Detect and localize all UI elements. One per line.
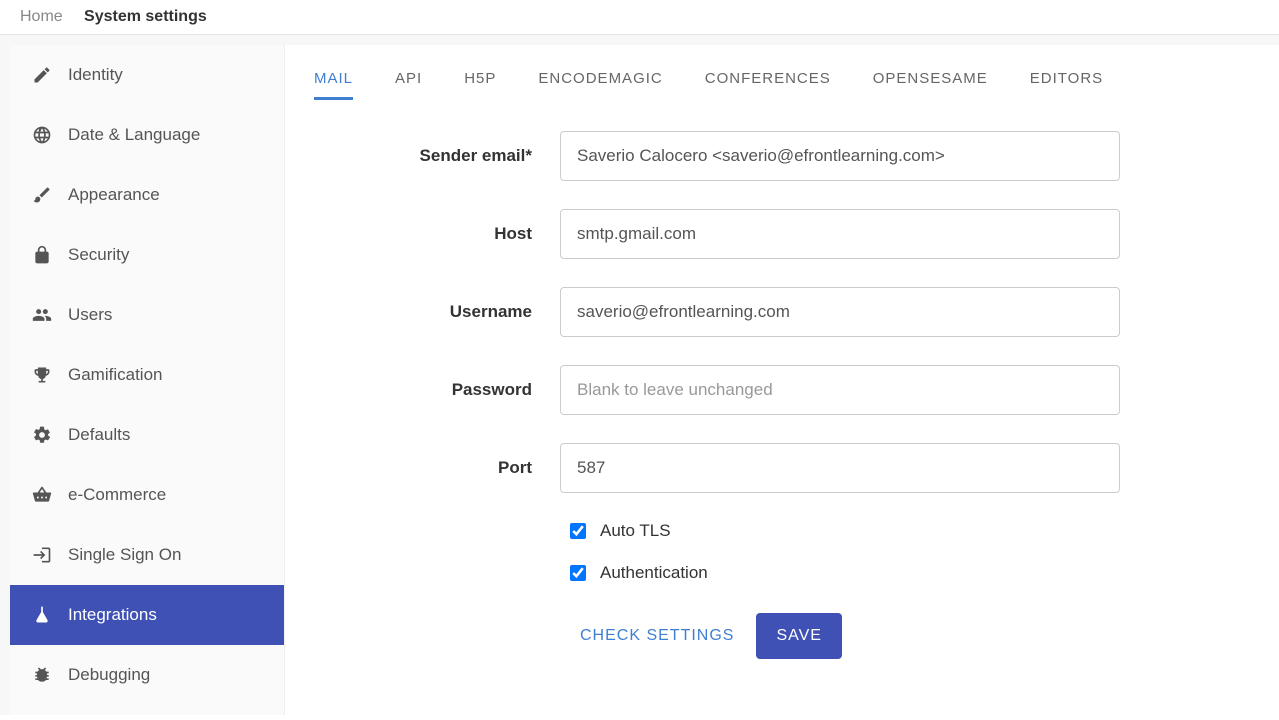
host-input[interactable] <box>560 209 1120 259</box>
check-settings-button[interactable]: CHECK SETTINGS <box>570 613 744 659</box>
tab-h5p[interactable]: H5P <box>464 60 496 100</box>
sidebar-item-appearance[interactable]: Appearance <box>10 165 284 225</box>
auto-tls-label: Auto TLS <box>600 521 671 541</box>
breadcrumb: Home System settings <box>0 0 1279 35</box>
flask-icon <box>28 605 56 625</box>
sidebar-item-date-language[interactable]: Date & Language <box>10 105 284 165</box>
bug-icon <box>28 665 56 685</box>
sidebar-item-security[interactable]: Security <box>10 225 284 285</box>
tabs: MAIL API H5P ENCODEMAGIC CONFERENCES OPE… <box>310 60 1269 101</box>
sidebar-item-label: Date & Language <box>68 125 200 145</box>
tab-opensesame[interactable]: OPENSESAME <box>873 60 988 100</box>
username-input[interactable] <box>560 287 1120 337</box>
port-label: Port <box>310 458 560 478</box>
signin-icon <box>28 545 56 565</box>
breadcrumb-current: System settings <box>84 8 207 25</box>
main-content: MAIL API H5P ENCODEMAGIC CONFERENCES OPE… <box>285 45 1279 715</box>
sidebar-item-label: Identity <box>68 65 123 85</box>
edit-icon <box>28 65 56 85</box>
tab-editors[interactable]: EDITORS <box>1030 60 1103 100</box>
sidebar-item-label: Users <box>68 305 112 325</box>
sidebar-item-identity[interactable]: Identity <box>10 45 284 105</box>
users-icon <box>28 305 56 325</box>
sidebar-item-label: Security <box>68 245 129 265</box>
sender-email-input[interactable] <box>560 131 1120 181</box>
tab-encodemagic[interactable]: ENCODEMAGIC <box>538 60 662 100</box>
tab-mail[interactable]: MAIL <box>314 60 353 100</box>
password-label: Password <box>310 380 560 400</box>
trophy-icon <box>28 365 56 385</box>
sidebar-item-label: e-Commerce <box>68 485 166 505</box>
basket-icon <box>28 485 56 505</box>
auto-tls-checkbox[interactable] <box>570 523 586 539</box>
sidebar-item-integrations[interactable]: Integrations <box>10 585 284 645</box>
tab-api[interactable]: API <box>395 60 422 100</box>
tab-conferences[interactable]: CONFERENCES <box>705 60 831 100</box>
sidebar-item-debugging[interactable]: Debugging <box>10 645 284 705</box>
breadcrumb-home[interactable]: Home <box>20 8 63 25</box>
port-input[interactable] <box>560 443 1120 493</box>
sidebar-item-sso[interactable]: Single Sign On <box>10 525 284 585</box>
lock-icon <box>28 245 56 265</box>
sender-email-label: Sender email* <box>310 146 560 166</box>
sidebar-item-defaults[interactable]: Defaults <box>10 405 284 465</box>
sidebar-item-label: Debugging <box>68 665 150 685</box>
globe-icon <box>28 125 56 145</box>
sidebar-item-label: Defaults <box>68 425 130 445</box>
password-input[interactable] <box>560 365 1120 415</box>
sidebar-item-users[interactable]: Users <box>10 285 284 345</box>
brush-icon <box>28 185 56 205</box>
sidebar-item-gamification[interactable]: Gamification <box>10 345 284 405</box>
sidebar-item-label: Appearance <box>68 185 160 205</box>
sidebar-item-label: Integrations <box>68 605 157 625</box>
sidebar-item-label: Single Sign On <box>68 545 181 565</box>
sidebar-item-label: Gamification <box>68 365 162 385</box>
sidebar: Identity Date & Language Appearance Secu… <box>10 45 285 715</box>
sidebar-item-ecommerce[interactable]: e-Commerce <box>10 465 284 525</box>
host-label: Host <box>310 224 560 244</box>
username-label: Username <box>310 302 560 322</box>
gears-icon <box>28 425 56 445</box>
authentication-checkbox[interactable] <box>570 565 586 581</box>
authentication-label: Authentication <box>600 563 708 583</box>
save-button[interactable]: SAVE <box>756 613 842 659</box>
